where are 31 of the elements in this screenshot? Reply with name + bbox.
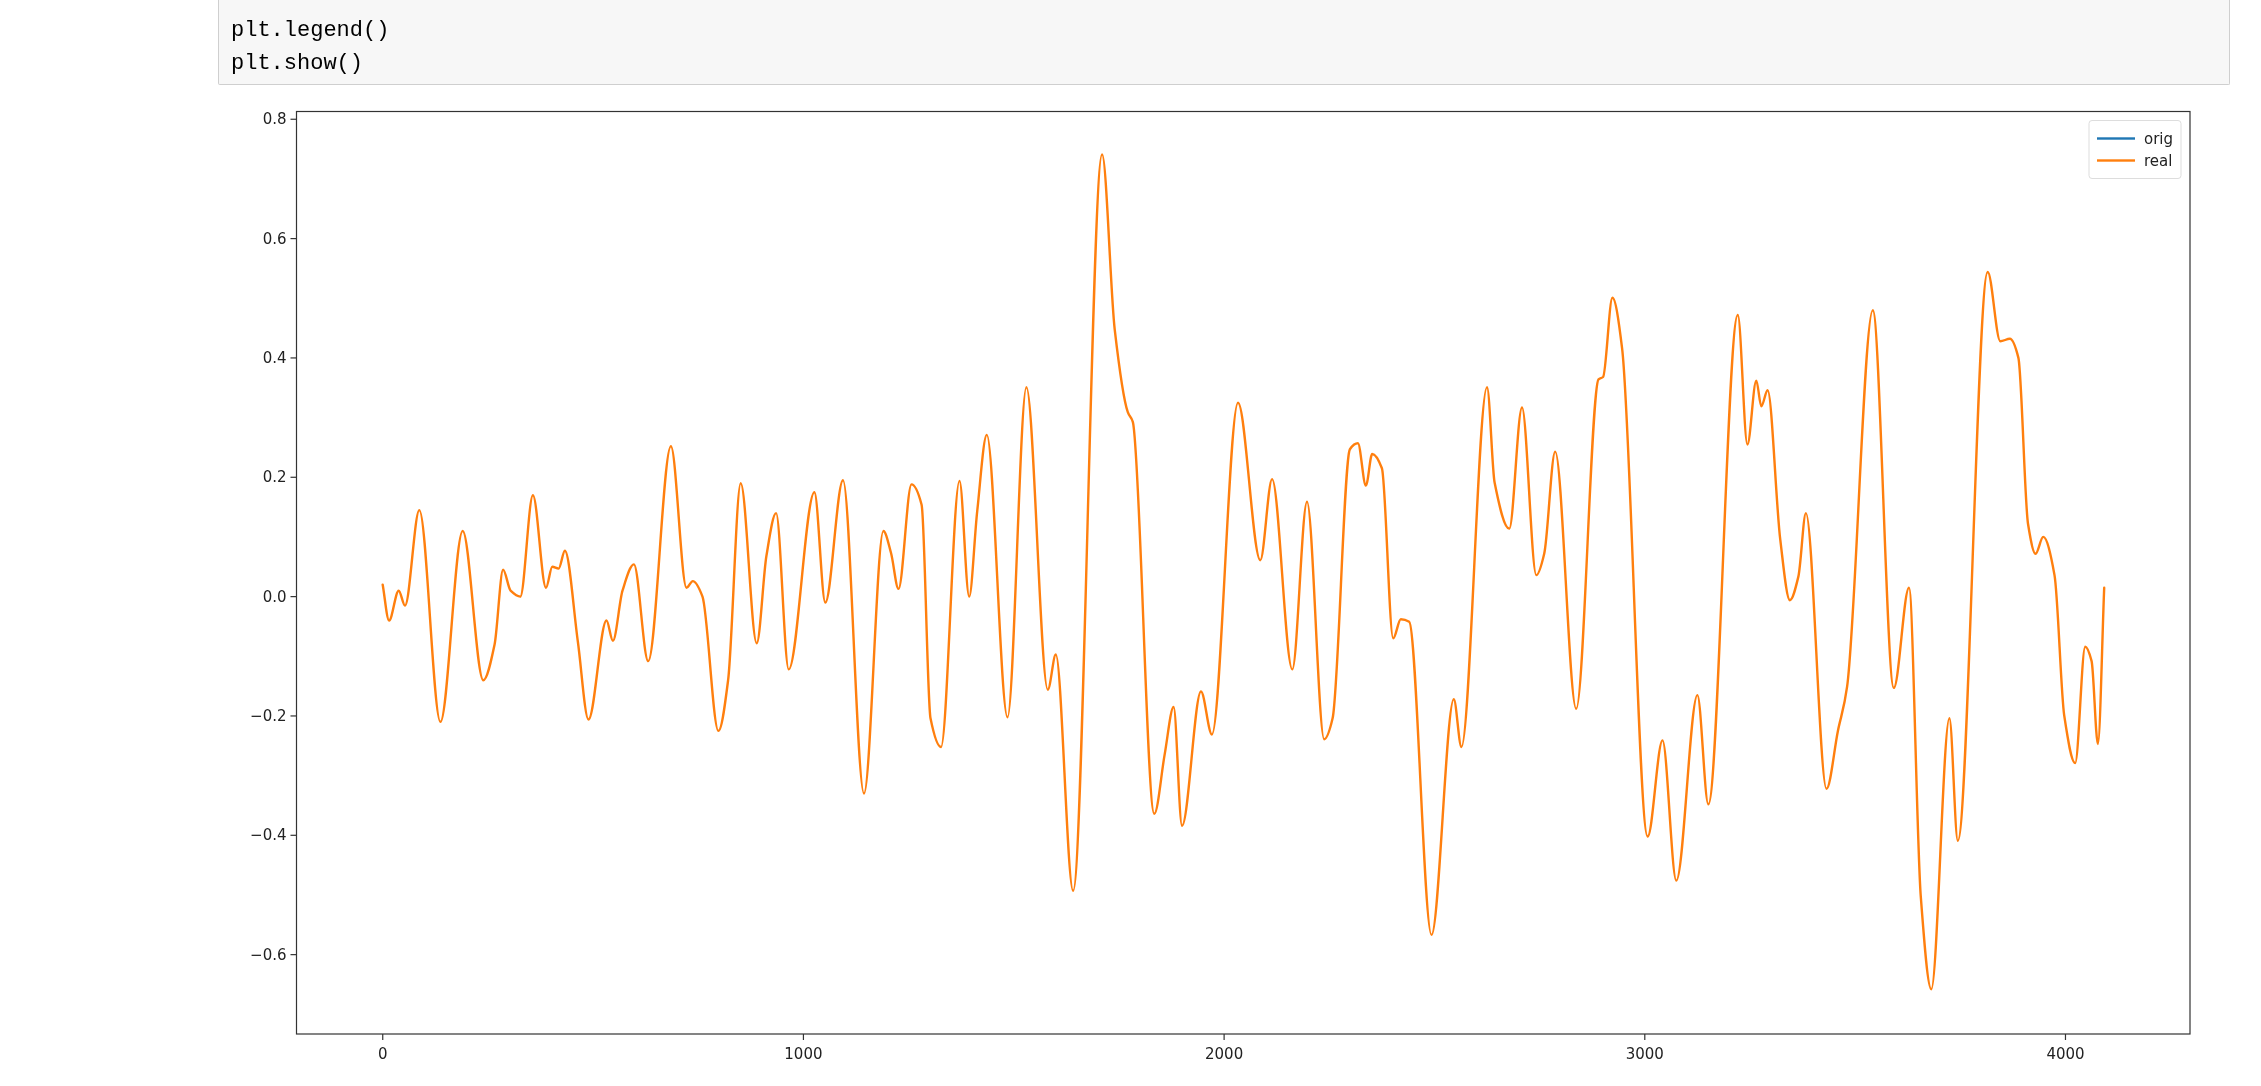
tick-label: 2000 bbox=[1205, 1045, 1244, 1063]
tick-mark bbox=[1644, 1034, 1646, 1040]
tick-mark bbox=[382, 1034, 384, 1040]
tick-mark bbox=[802, 1034, 805, 1040]
tick-mark bbox=[2064, 1034, 2067, 1040]
tick-mark bbox=[290, 118, 297, 120]
tick-mark bbox=[290, 834, 297, 836]
tick-label: 3000 bbox=[1625, 1045, 1664, 1063]
tick-mark bbox=[290, 715, 297, 717]
tick-mark bbox=[290, 954, 297, 956]
code-line: plt.legend() bbox=[231, 17, 390, 45]
tick-label: −0.2 bbox=[250, 706, 287, 725]
tick-mark bbox=[290, 476, 297, 478]
legend-label: real bbox=[2144, 151, 2173, 170]
tick-label: 0.2 bbox=[262, 468, 287, 487]
tick-label: 0.8 bbox=[262, 110, 287, 129]
tick-label: 1000 bbox=[784, 1045, 823, 1063]
code-cell[interactable]: plt.legend() plt.show() bbox=[218, 0, 2230, 85]
tick-label: 0 bbox=[377, 1045, 388, 1063]
tick-label: −0.4 bbox=[250, 826, 287, 845]
legend-label: orig bbox=[2144, 129, 2174, 148]
tick-mark bbox=[290, 357, 297, 359]
tick-label: 0.0 bbox=[262, 587, 287, 606]
tick-mark bbox=[290, 596, 297, 598]
tick-label: 4000 bbox=[2046, 1045, 2085, 1063]
tick-label: 0.4 bbox=[262, 348, 287, 367]
tick-label: −0.6 bbox=[250, 945, 287, 964]
tick-mark bbox=[1223, 1034, 1225, 1040]
code-line: plt.show() bbox=[231, 50, 364, 78]
tick-mark bbox=[290, 238, 297, 240]
tick-label: 0.6 bbox=[262, 229, 287, 248]
